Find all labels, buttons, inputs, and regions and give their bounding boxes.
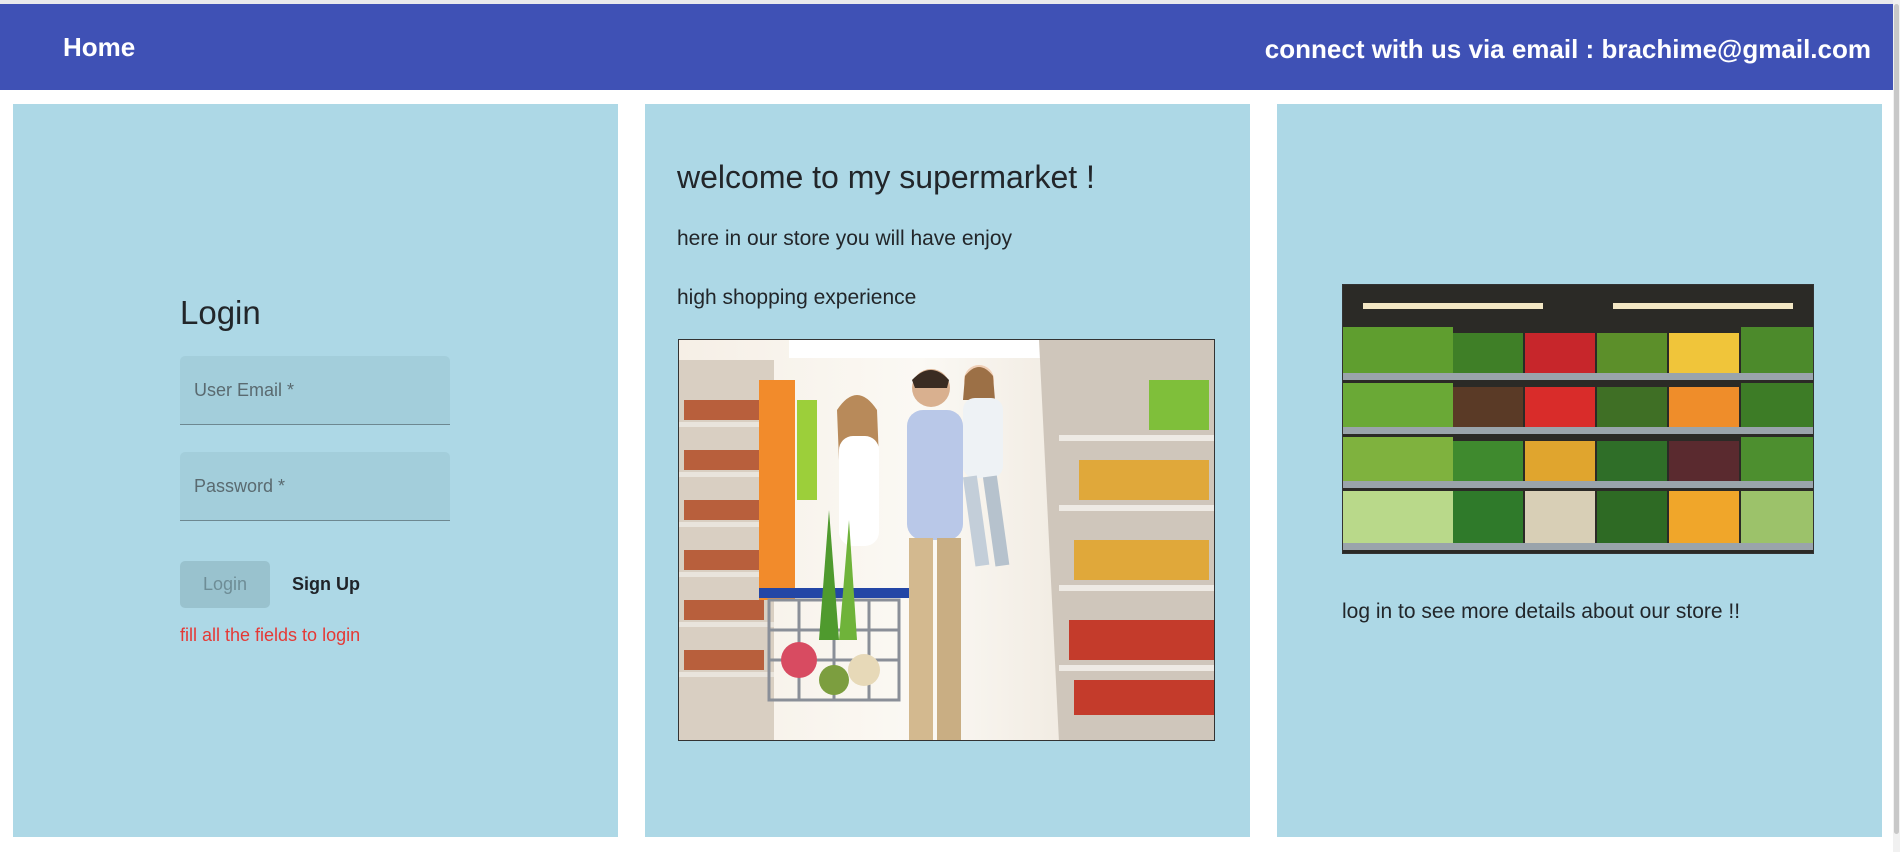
signup-button[interactable]: Sign Up	[292, 574, 360, 595]
email-placeholder: User Email *	[194, 380, 295, 400]
contact-email-text: connect with us via email : brachime@gma…	[1264, 34, 1871, 64]
email-field[interactable]: User Email *	[180, 356, 450, 425]
login-title: Login	[180, 294, 261, 331]
vegetables-shelf-image	[1342, 284, 1814, 554]
welcome-line-1: here in our store you will have enjoy	[677, 227, 1013, 250]
login-error-message: fill all the fields to login	[180, 625, 361, 645]
scrollbar-thumb[interactable]	[1894, 4, 1899, 834]
welcome-title: welcome to my supermarket !	[677, 159, 1095, 195]
welcome-line-2: high shopping experience	[677, 286, 917, 309]
family-shopping-illustration	[679, 340, 1214, 740]
store-login-note: log in to see more details about our sto…	[1342, 600, 1741, 623]
home-link[interactable]: Home	[63, 32, 135, 63]
password-placeholder: Password *	[194, 476, 286, 496]
page-scrollbar[interactable]	[1893, 0, 1900, 852]
vegetables-shelf-illustration	[1343, 285, 1813, 553]
welcome-panel: welcome to my supermarket ! here in our …	[645, 104, 1250, 837]
password-field[interactable]: Password *	[180, 452, 450, 521]
store-panel: log in to see more details about our sto…	[1277, 104, 1882, 837]
page-bottom-margin	[0, 837, 1893, 852]
login-button[interactable]: Login	[180, 561, 270, 608]
family-shopping-image	[678, 339, 1215, 741]
login-panel: Login User Email * Password * Login Sign…	[13, 104, 618, 837]
navbar: Home connect with us via email : brachim…	[0, 4, 1893, 90]
